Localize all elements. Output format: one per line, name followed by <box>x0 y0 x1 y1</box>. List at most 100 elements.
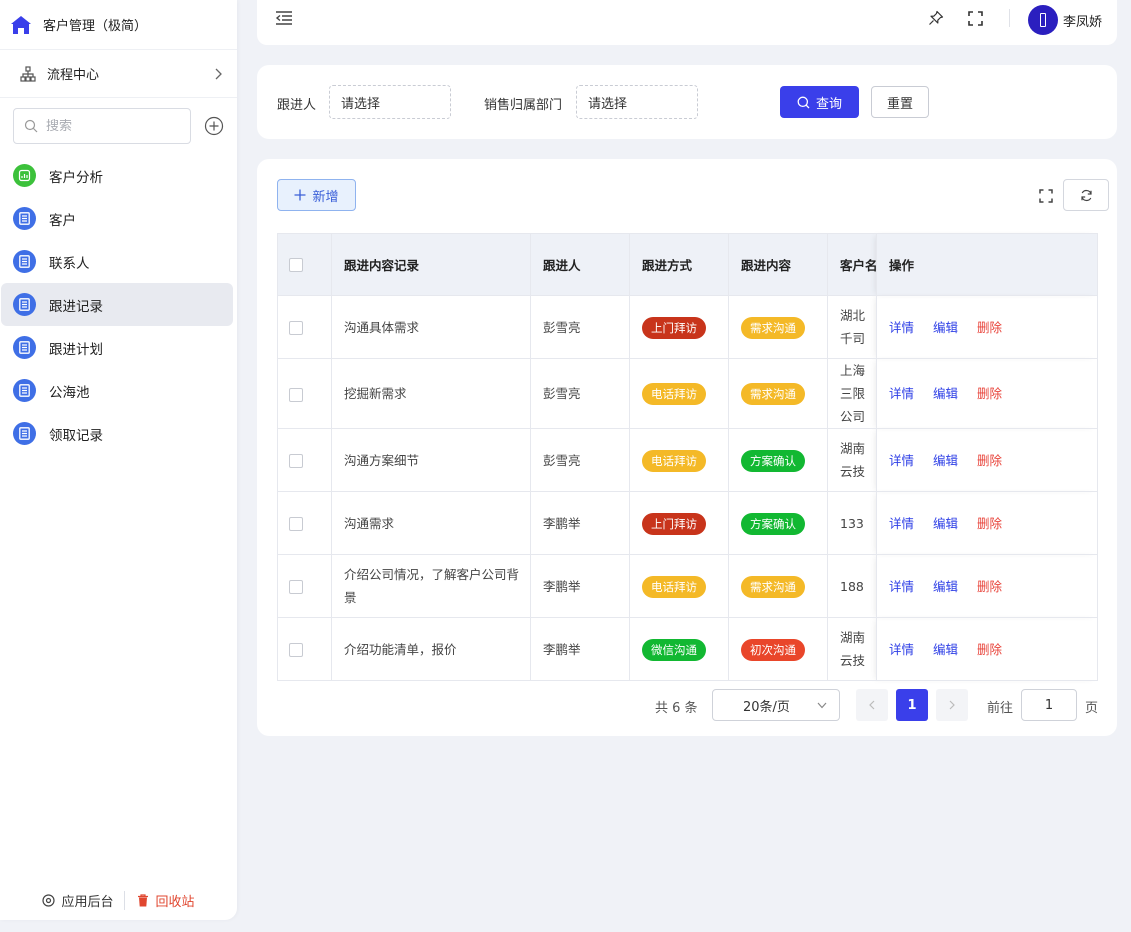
sidebar-item-public-pool[interactable]: 公海池 <box>0 369 233 412</box>
dept-filter-label: 销售归属部门 <box>484 98 563 113</box>
add-button-label: 新增 <box>312 189 339 205</box>
prev-page-button[interactable] <box>856 689 888 721</box>
method-cell: 微信沟通 <box>629 617 729 681</box>
col-header-record[interactable]: 跟进内容记录 <box>331 233 531 296</box>
method-tag: 上门拜访 <box>642 316 706 339</box>
sidebar-item-customer[interactable]: 客户 <box>0 197 233 240</box>
user-avatar[interactable] <box>1028 5 1058 35</box>
sidebar-item-follow-plan[interactable]: 跟进计划 <box>0 326 233 369</box>
recycle-bin-link[interactable]: 回收站 <box>125 891 195 910</box>
delete-link[interactable]: 删除 <box>977 453 1002 468</box>
org-chart-icon <box>20 65 36 82</box>
detail-link[interactable]: 详情 <box>889 579 914 594</box>
row-checkbox[interactable] <box>289 580 303 594</box>
user-name[interactable]: 李凤娇 <box>1063 11 1102 30</box>
content-tag: 需求沟通 <box>741 575 805 598</box>
query-button-label: 查询 <box>815 96 842 112</box>
record-cell: 介绍功能清单，报价 <box>331 617 531 681</box>
detail-link[interactable]: 详情 <box>889 386 914 401</box>
col-header-content[interactable]: 跟进内容 <box>728 233 828 296</box>
refresh-button[interactable] <box>1063 179 1109 211</box>
page-size-value: 20条/页 <box>743 699 790 715</box>
customer-cell: 133 <box>827 491 877 555</box>
search-row <box>0 98 237 144</box>
edit-link[interactable]: 编辑 <box>933 516 958 531</box>
page-suffix-label: 页 <box>1085 701 1099 716</box>
delete-link[interactable]: 删除 <box>977 320 1002 335</box>
chevron-left-icon <box>869 700 875 710</box>
plus-icon <box>294 189 306 201</box>
row-checkbox[interactable] <box>289 643 303 657</box>
search-box[interactable] <box>13 108 191 144</box>
avatar-glyph-icon <box>1040 13 1046 27</box>
customer-cell: 上海三限公司 <box>827 358 877 429</box>
top-header: 李凤娇 <box>257 0 1117 45</box>
home-icon[interactable] <box>10 14 32 36</box>
edit-link[interactable]: 编辑 <box>933 579 958 594</box>
edit-link[interactable]: 编辑 <box>933 386 958 401</box>
dept-select[interactable]: 请选择 <box>576 85 698 119</box>
follower-select[interactable]: 请选择 <box>329 85 451 119</box>
list-icon <box>13 336 36 359</box>
col-header-person[interactable]: 跟进人 <box>530 233 630 296</box>
delete-link[interactable]: 删除 <box>977 516 1002 531</box>
row-select-cell <box>277 554 332 618</box>
method-tag: 电话拜访 <box>642 449 706 472</box>
table-row: 介绍功能清单，报价 李鹏举 微信沟通 初次沟通 湖南云技 详情 编辑 删除 <box>277 617 1098 681</box>
page-size-select[interactable]: 20条/页 <box>712 689 840 721</box>
app-admin-link[interactable]: 应用后台 <box>42 890 125 910</box>
table-fullscreen-icon[interactable] <box>1039 189 1053 203</box>
detail-link[interactable]: 详情 <box>889 320 914 335</box>
row-checkbox[interactable] <box>289 517 303 531</box>
records-table: 跟进内容记录 跟进人 跟进方式 跟进内容 客户名 操作 沟通具体需求 彭雪亮 上… <box>277 233 1098 681</box>
detail-link[interactable]: 详情 <box>889 453 914 468</box>
select-all-checkbox[interactable] <box>289 258 303 273</box>
add-button[interactable]: 新增 <box>277 179 356 211</box>
list-icon <box>13 207 36 230</box>
row-checkbox[interactable] <box>289 387 303 402</box>
method-tag: 微信沟通 <box>642 638 706 661</box>
sidebar-item-contacts[interactable]: 联系人 <box>0 240 233 283</box>
add-circle-icon[interactable] <box>204 116 224 136</box>
row-checkbox[interactable] <box>289 454 303 468</box>
delete-link[interactable]: 删除 <box>977 642 1002 657</box>
sidebar-footer: 应用后台 回收站 <box>0 886 237 914</box>
edit-link[interactable]: 编辑 <box>933 453 958 468</box>
edit-link[interactable]: 编辑 <box>933 320 958 335</box>
sidebar-item-label: 领取记录 <box>49 427 103 444</box>
fullscreen-icon[interactable] <box>968 11 983 26</box>
delete-link[interactable]: 删除 <box>977 579 1002 594</box>
sidebar-item-claim-records[interactable]: 领取记录 <box>0 412 233 455</box>
collapse-menu-icon[interactable] <box>275 10 293 26</box>
content-cell: 方案确认 <box>728 428 828 492</box>
row-checkbox[interactable] <box>289 321 303 335</box>
content-tag: 需求沟通 <box>741 316 805 339</box>
chart-icon <box>13 164 36 187</box>
method-tag: 电话拜访 <box>642 383 706 405</box>
recycle-bin-label: 回收站 <box>155 894 195 910</box>
chevron-down-icon <box>817 702 827 709</box>
sidebar-item-follow-records[interactable]: 跟进记录 <box>1 283 233 326</box>
table-row: 沟通需求 李鹏举 上门拜访 方案确认 133 详情 编辑 删除 <box>277 491 1098 555</box>
pin-icon[interactable] <box>928 10 944 26</box>
detail-link[interactable]: 详情 <box>889 642 914 657</box>
search-input[interactable] <box>46 118 176 134</box>
edit-link[interactable]: 编辑 <box>933 642 958 657</box>
ops-cell: 详情 编辑 删除 <box>876 428 1098 492</box>
flow-center-label: 流程中心 <box>47 68 100 83</box>
person-cell: 李鹏举 <box>530 491 630 555</box>
flow-center-link[interactable]: 流程中心 <box>0 50 237 98</box>
table-row: 挖掘新需求 彭雪亮 电话拜访 需求沟通 上海三限公司 详情 编辑 删除 <box>277 358 1098 429</box>
next-page-button[interactable] <box>936 689 968 721</box>
col-header-customer[interactable]: 客户名 <box>827 233 877 296</box>
detail-link[interactable]: 详情 <box>889 516 914 531</box>
reset-button[interactable]: 重置 <box>871 86 929 118</box>
query-button[interactable]: 查询 <box>780 86 859 118</box>
method-tag: 电话拜访 <box>642 575 706 598</box>
col-header-method[interactable]: 跟进方式 <box>629 233 729 296</box>
goto-page-input[interactable]: 1 <box>1021 689 1077 721</box>
delete-link[interactable]: 删除 <box>977 386 1002 401</box>
ops-cell: 详情 编辑 删除 <box>876 295 1098 359</box>
sidebar-item-customer-analysis[interactable]: 客户分析 <box>0 154 233 197</box>
page-number-current[interactable]: 1 <box>896 689 928 721</box>
